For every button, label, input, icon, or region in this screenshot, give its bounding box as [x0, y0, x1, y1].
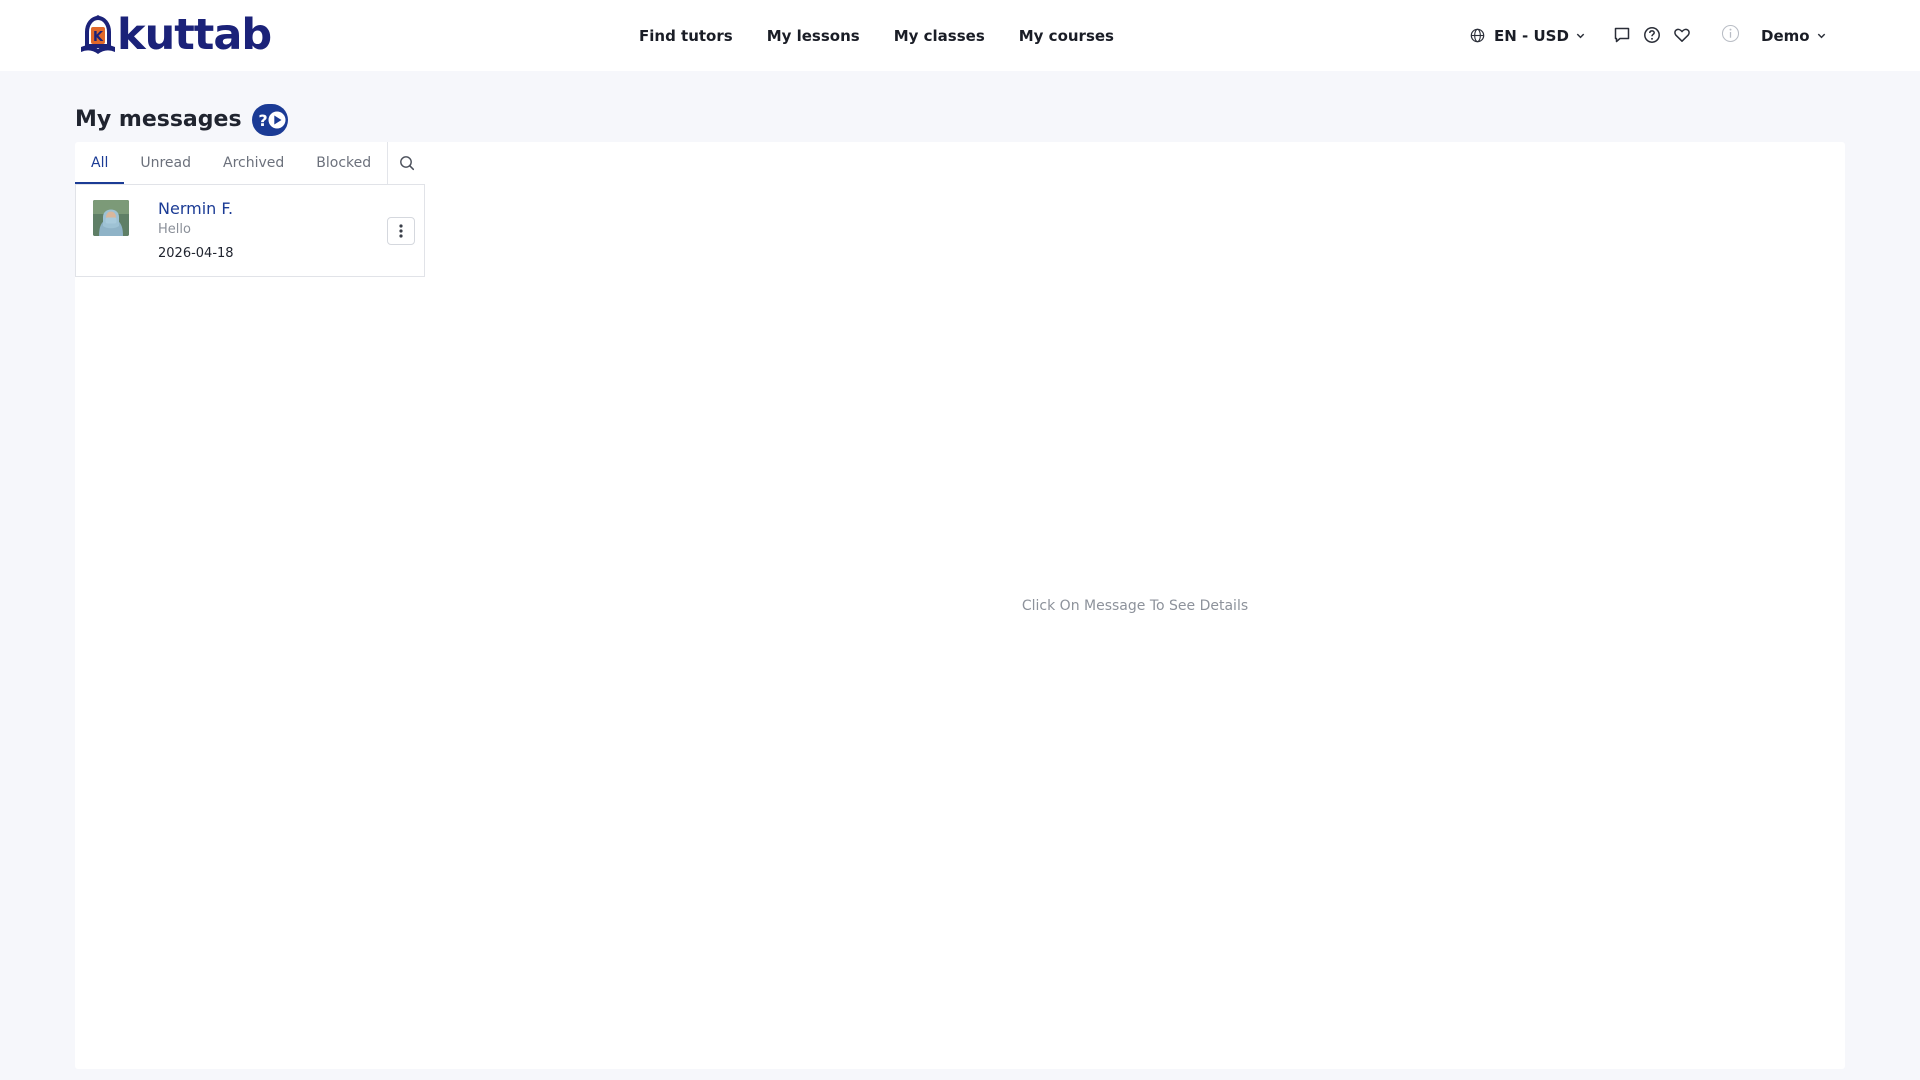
search-icon — [399, 156, 414, 171]
nav-my-courses[interactable]: My courses — [1019, 27, 1114, 45]
message-detail-empty-state: Click On Message To See Details — [425, 142, 1845, 1069]
thread-date: 2026-04-18 — [158, 246, 234, 261]
svg-text:?: ? — [258, 111, 267, 130]
chevron-down-icon — [1817, 33, 1825, 39]
tab-all[interactable]: All — [75, 142, 125, 184]
messages-panel: All Unread Archived Blocked Nermin F. He… — [75, 142, 1845, 1069]
locale-label: EN - USD — [1494, 26, 1569, 45]
avatar — [93, 200, 129, 236]
message-filter-tabs: All Unread Archived Blocked — [75, 142, 425, 184]
heart-icon[interactable] — [1672, 25, 1692, 45]
user-menu[interactable]: Demo — [1761, 0, 1827, 71]
brand-name: kuttab — [117, 10, 272, 60]
nav-my-lessons[interactable]: My lessons — [767, 27, 860, 45]
message-thread-item[interactable]: Nermin F. Hello 2026-04-18 — [75, 184, 425, 277]
thread-options-button[interactable] — [387, 217, 415, 245]
help-video-button[interactable]: ? — [251, 104, 288, 136]
main-nav: Find tutors My lessons My classes My cou… — [639, 0, 1148, 71]
kuttab-logo-mark-icon: K — [81, 15, 115, 54]
tab-blocked[interactable]: Blocked — [300, 142, 387, 184]
help-circle-icon[interactable] — [1642, 25, 1662, 45]
thread-sender-name: Nermin F. — [158, 199, 234, 218]
nav-my-classes[interactable]: My classes — [894, 27, 985, 45]
empty-state-text: Click On Message To See Details — [1021, 597, 1249, 614]
tab-archived[interactable]: Archived — [207, 142, 300, 184]
thread-preview-text: Hello — [158, 222, 191, 237]
user-name: Demo — [1761, 26, 1810, 45]
svg-text:K: K — [93, 30, 104, 45]
thread-list-column: All Unread Archived Blocked Nermin F. He… — [75, 142, 425, 277]
help-video-icon: ? — [258, 111, 286, 130]
tab-unread[interactable]: Unread — [124, 142, 207, 184]
page-title-row: My messages ? — [75, 104, 288, 136]
search-messages-button[interactable] — [387, 142, 425, 184]
chevron-down-icon — [1576, 33, 1585, 39]
locale-currency-selector[interactable]: EN - USD — [1470, 0, 1586, 71]
kuttab-logo[interactable]: K kuttab — [78, 10, 272, 60]
more-vertical-icon — [399, 224, 403, 238]
globe-icon — [1470, 28, 1485, 43]
messages-icon[interactable] — [1612, 25, 1632, 45]
page-title: My messages — [75, 107, 242, 132]
top-header: K kuttab Find tutors My lessons My class… — [0, 0, 1920, 71]
info-icon[interactable] — [1720, 23, 1740, 43]
nav-find-tutors[interactable]: Find tutors — [639, 27, 733, 45]
